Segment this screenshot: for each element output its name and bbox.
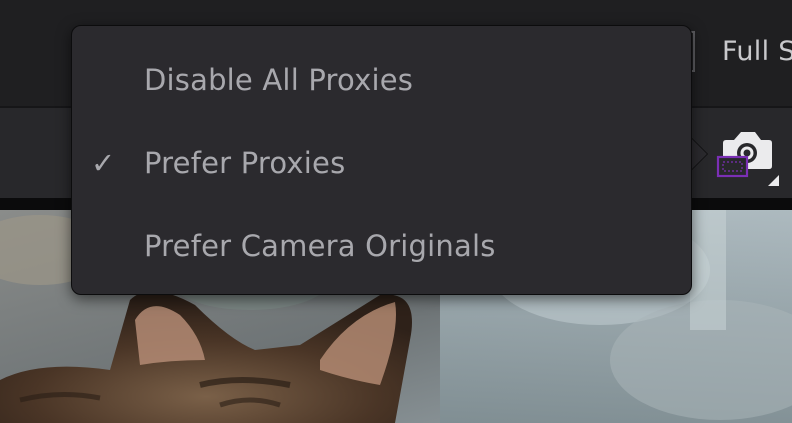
camera-proxy-icon [716, 132, 779, 186]
menu-item-disable-all-proxies[interactable]: Disable All Proxies [72, 38, 691, 122]
menu-item-label: Prefer Camera Originals [144, 229, 496, 263]
menu-item-label: Prefer Proxies [144, 146, 346, 180]
menu-item-prefer-camera-originals[interactable]: Prefer Camera Originals [72, 204, 691, 288]
full-screen-button[interactable]: Full S [722, 36, 792, 67]
proxy-mode-button[interactable] [712, 128, 780, 192]
proxy-mode-menu: Disable All Proxies ✓ Prefer Proxies Pre… [71, 25, 692, 295]
checkmark-icon: ✓ [91, 146, 116, 180]
resolve-viewer: Full S Disable All Proxies ✓ Prefer Prox… [0, 0, 792, 423]
menu-item-label: Disable All Proxies [144, 63, 414, 97]
menu-item-prefer-proxies[interactable]: ✓ Prefer Proxies [72, 121, 691, 205]
